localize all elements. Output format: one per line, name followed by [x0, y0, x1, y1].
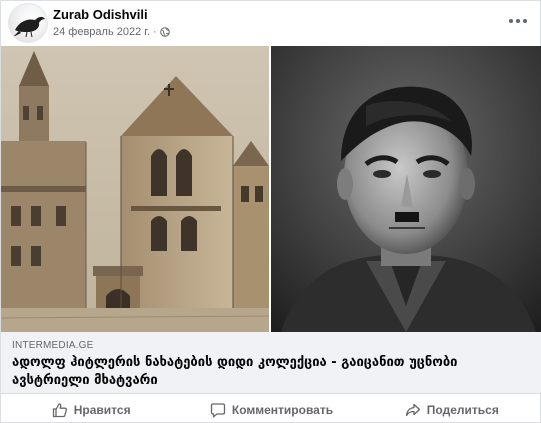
more-options-icon — [509, 19, 513, 23]
post-header: Zurab Odishvili 24 февраль 2022 г. · — [1, 1, 541, 46]
like-button[interactable]: Нравится — [1, 397, 181, 423]
link-domain: INTERMEDIA.GE — [12, 340, 94, 351]
comment-bubble-icon — [210, 403, 226, 418]
share-button[interactable]: Поделиться — [362, 397, 541, 423]
comment-button[interactable]: Комментировать — [181, 397, 361, 423]
facebook-post: Zurab Odishvili 24 февраль 2022 г. · INT… — [0, 0, 541, 423]
avatar-bird-image — [13, 16, 45, 38]
globe-icon — [159, 27, 170, 37]
thumbs-up-icon — [52, 403, 67, 418]
author-name[interactable]: Zurab Odishvili — [53, 7, 148, 22]
post-meta: 24 февраль 2022 г. · — [53, 26, 170, 38]
share-label: Поделиться — [426, 403, 499, 417]
share-arrow-icon — [405, 403, 420, 417]
painting-image[interactable] — [1, 46, 269, 332]
portrait-image[interactable] — [271, 46, 541, 332]
like-label: Нравится — [73, 403, 131, 417]
post-images[interactable] — [1, 46, 541, 332]
more-options-button[interactable] — [506, 11, 530, 31]
link-title[interactable]: ადოლფ ჰიტლერის ნახატების დიდი კოლექცია -… — [12, 354, 527, 390]
link-preview[interactable]: INTERMEDIA.GE ადოლფ ჰიტლერის ნახატების დ… — [1, 332, 541, 394]
meta-separator: · — [153, 26, 157, 38]
post-date[interactable]: 24 февраль 2022 г. — [53, 26, 150, 38]
comment-label: Комментировать — [231, 403, 334, 417]
avatar[interactable] — [8, 3, 48, 43]
post-actions-bar: Нравится Комментировать Поделиться — [1, 396, 541, 423]
